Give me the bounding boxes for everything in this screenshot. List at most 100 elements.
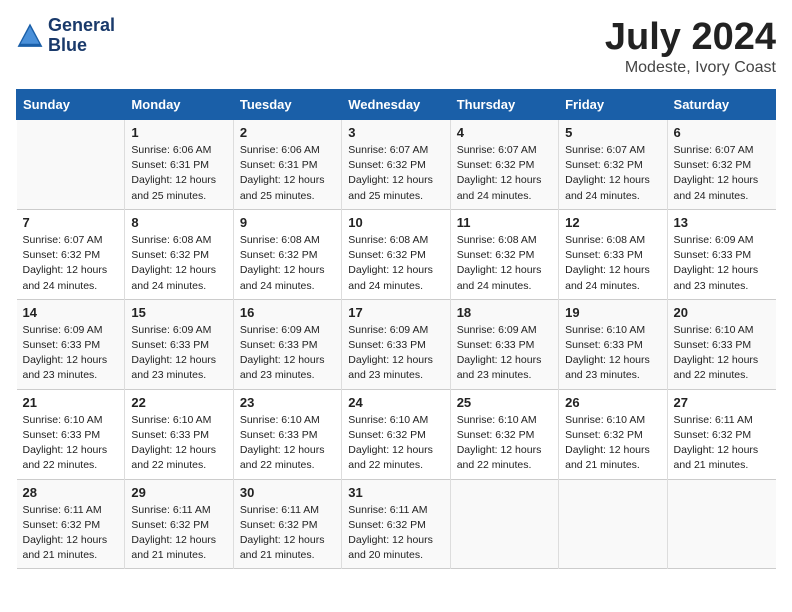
day-number: 25 — [457, 395, 552, 410]
day-info: Sunrise: 6:07 AMSunset: 6:32 PMDaylight:… — [457, 143, 552, 204]
day-number: 23 — [240, 395, 335, 410]
header-tuesday: Tuesday — [233, 90, 341, 120]
day-number: 18 — [457, 305, 552, 320]
calendar-cell: 21 Sunrise: 6:10 AMSunset: 6:33 PMDayligh… — [17, 389, 125, 479]
calendar-cell: 8 Sunrise: 6:08 AMSunset: 6:32 PMDaylight… — [125, 209, 233, 299]
calendar-cell: 6 Sunrise: 6:07 AMSunset: 6:32 PMDaylight… — [667, 120, 775, 210]
day-number: 17 — [348, 305, 443, 320]
page-header: General Blue July 2024 Modeste, Ivory Co… — [16, 16, 776, 77]
logo-line2: Blue — [48, 36, 115, 56]
logo: General Blue — [16, 16, 115, 56]
calendar-cell — [17, 120, 125, 210]
subtitle: Modeste, Ivory Coast — [605, 59, 776, 77]
calendar-cell: 24Sunrise: 6:10 AMSunset: 6:32 PMDayligh… — [342, 389, 450, 479]
day-info: Sunrise: 6:08 AMSunset: 6:32 PMDaylight:… — [131, 233, 226, 294]
day-info: Sunrise: 6:08 AMSunset: 6:32 PMDaylight:… — [240, 233, 335, 294]
day-number: 21 — [23, 395, 119, 410]
day-info: Sunrise: 6:07 AMSunset: 6:32 PMDaylight:… — [674, 143, 770, 204]
day-info: Sunrise: 6:09 AMSunset: 6:33 PMDaylight:… — [23, 323, 119, 384]
day-info: Sunrise: 6:11 AMSunset: 6:32 PMDaylight:… — [131, 503, 226, 564]
calendar-cell: 1 Sunrise: 6:06 AMSunset: 6:31 PMDaylight… — [125, 120, 233, 210]
calendar-cell: 16Sunrise: 6:09 AMSunset: 6:33 PMDayligh… — [233, 299, 341, 389]
day-info: Sunrise: 6:11 AMSunset: 6:32 PMDaylight:… — [674, 413, 770, 474]
day-info: Sunrise: 6:10 AMSunset: 6:33 PMDaylight:… — [565, 323, 660, 384]
calendar-cell: 23 Sunrise: 6:10 AMSunset: 6:33 PMDayligh… — [233, 389, 341, 479]
day-number: 12 — [565, 215, 660, 230]
day-info: Sunrise: 6:11 AMSunset: 6:32 PMDaylight:… — [240, 503, 335, 564]
week-row-3: 21 Sunrise: 6:10 AMSunset: 6:33 PMDayligh… — [17, 389, 776, 479]
day-info: Sunrise: 6:10 AMSunset: 6:33 PMDaylight:… — [131, 413, 226, 474]
day-number: 9 — [240, 215, 335, 230]
logo-text: General Blue — [48, 16, 115, 56]
day-info: Sunrise: 6:09 AMSunset: 6:33 PMDaylight:… — [457, 323, 552, 384]
header-saturday: Saturday — [667, 90, 775, 120]
day-number: 13 — [674, 215, 770, 230]
calendar-cell: 15Sunrise: 6:09 AMSunset: 6:33 PMDayligh… — [125, 299, 233, 389]
main-title: July 2024 — [605, 16, 776, 59]
day-info: Sunrise: 6:07 AMSunset: 6:32 PMDaylight:… — [565, 143, 660, 204]
day-info: Sunrise: 6:06 AMSunset: 6:31 PMDaylight:… — [131, 143, 226, 204]
day-info: Sunrise: 6:10 AMSunset: 6:32 PMDaylight:… — [457, 413, 552, 474]
day-info: Sunrise: 6:10 AMSunset: 6:33 PMDaylight:… — [23, 413, 119, 474]
day-info: Sunrise: 6:11 AMSunset: 6:32 PMDaylight:… — [23, 503, 119, 564]
day-info: Sunrise: 6:09 AMSunset: 6:33 PMDaylight:… — [131, 323, 226, 384]
day-number: 11 — [457, 215, 552, 230]
calendar-cell: 31 Sunrise: 6:11 AMSunset: 6:32 PMDayligh… — [342, 479, 450, 569]
calendar-cell: 5Sunrise: 6:07 AMSunset: 6:32 PMDaylight… — [559, 120, 667, 210]
day-number: 26 — [565, 395, 660, 410]
calendar-cell: 11 Sunrise: 6:08 AMSunset: 6:32 PMDayligh… — [450, 209, 558, 299]
calendar-cell — [667, 479, 775, 569]
day-number: 3 — [348, 125, 443, 140]
calendar-table: SundayMondayTuesdayWednesdayThursdayFrid… — [16, 89, 776, 569]
calendar-cell: 2 Sunrise: 6:06 AMSunset: 6:31 PMDaylight… — [233, 120, 341, 210]
calendar-cell: 14 Sunrise: 6:09 AMSunset: 6:33 PMDayligh… — [17, 299, 125, 389]
calendar-cell: 9 Sunrise: 6:08 AMSunset: 6:32 PMDaylight… — [233, 209, 341, 299]
calendar-cell: 26 Sunrise: 6:10 AMSunset: 6:32 PMDayligh… — [559, 389, 667, 479]
day-info: Sunrise: 6:08 AMSunset: 6:32 PMDaylight:… — [457, 233, 552, 294]
day-number: 31 — [348, 485, 443, 500]
day-number: 4 — [457, 125, 552, 140]
calendar-cell: 12 Sunrise: 6:08 AMSunset: 6:33 PMDayligh… — [559, 209, 667, 299]
day-info: Sunrise: 6:09 AMSunset: 6:33 PMDaylight:… — [348, 323, 443, 384]
week-row-2: 14 Sunrise: 6:09 AMSunset: 6:33 PMDayligh… — [17, 299, 776, 389]
week-row-1: 7Sunrise: 6:07 AMSunset: 6:32 PMDaylight… — [17, 209, 776, 299]
header-thursday: Thursday — [450, 90, 558, 120]
logo-line1: General — [48, 16, 115, 36]
calendar-cell: 13 Sunrise: 6:09 AMSunset: 6:33 PMDayligh… — [667, 209, 775, 299]
day-info: Sunrise: 6:10 AMSunset: 6:33 PMDaylight:… — [674, 323, 770, 384]
calendar-cell: 25 Sunrise: 6:10 AMSunset: 6:32 PMDayligh… — [450, 389, 558, 479]
calendar-cell — [559, 479, 667, 569]
day-number: 29 — [131, 485, 226, 500]
day-info: Sunrise: 6:10 AMSunset: 6:33 PMDaylight:… — [240, 413, 335, 474]
day-number: 20 — [674, 305, 770, 320]
day-number: 10 — [348, 215, 443, 230]
calendar-cell: 27 Sunrise: 6:11 AMSunset: 6:32 PMDayligh… — [667, 389, 775, 479]
day-info: Sunrise: 6:06 AMSunset: 6:31 PMDaylight:… — [240, 143, 335, 204]
day-number: 27 — [674, 395, 770, 410]
day-number: 14 — [23, 305, 119, 320]
day-info: Sunrise: 6:11 AMSunset: 6:32 PMDaylight:… — [348, 503, 443, 564]
day-number: 2 — [240, 125, 335, 140]
day-info: Sunrise: 6:08 AMSunset: 6:33 PMDaylight:… — [565, 233, 660, 294]
week-row-4: 28 Sunrise: 6:11 AMSunset: 6:32 PMDayligh… — [17, 479, 776, 569]
day-info: Sunrise: 6:10 AMSunset: 6:32 PMDaylight:… — [565, 413, 660, 474]
day-number: 28 — [23, 485, 119, 500]
header-friday: Friday — [559, 90, 667, 120]
calendar-cell: 29 Sunrise: 6:11 AMSunset: 6:32 PMDayligh… — [125, 479, 233, 569]
day-number: 1 — [131, 125, 226, 140]
day-info: Sunrise: 6:09 AMSunset: 6:33 PMDaylight:… — [674, 233, 770, 294]
day-number: 6 — [674, 125, 770, 140]
logo-icon — [16, 22, 44, 50]
calendar-cell: 20 Sunrise: 6:10 AMSunset: 6:33 PMDayligh… — [667, 299, 775, 389]
calendar-cell: 10Sunrise: 6:08 AMSunset: 6:32 PMDayligh… — [342, 209, 450, 299]
calendar-cell: 22Sunrise: 6:10 AMSunset: 6:33 PMDayligh… — [125, 389, 233, 479]
calendar-cell: 4 Sunrise: 6:07 AMSunset: 6:32 PMDaylight… — [450, 120, 558, 210]
header-wednesday: Wednesday — [342, 90, 450, 120]
header-monday: Monday — [125, 90, 233, 120]
day-number: 30 — [240, 485, 335, 500]
day-number: 7 — [23, 215, 119, 230]
calendar-cell: 17 Sunrise: 6:09 AMSunset: 6:33 PMDayligh… — [342, 299, 450, 389]
header-sunday: Sunday — [17, 90, 125, 120]
day-number: 8 — [131, 215, 226, 230]
calendar-cell: 19Sunrise: 6:10 AMSunset: 6:33 PMDayligh… — [559, 299, 667, 389]
